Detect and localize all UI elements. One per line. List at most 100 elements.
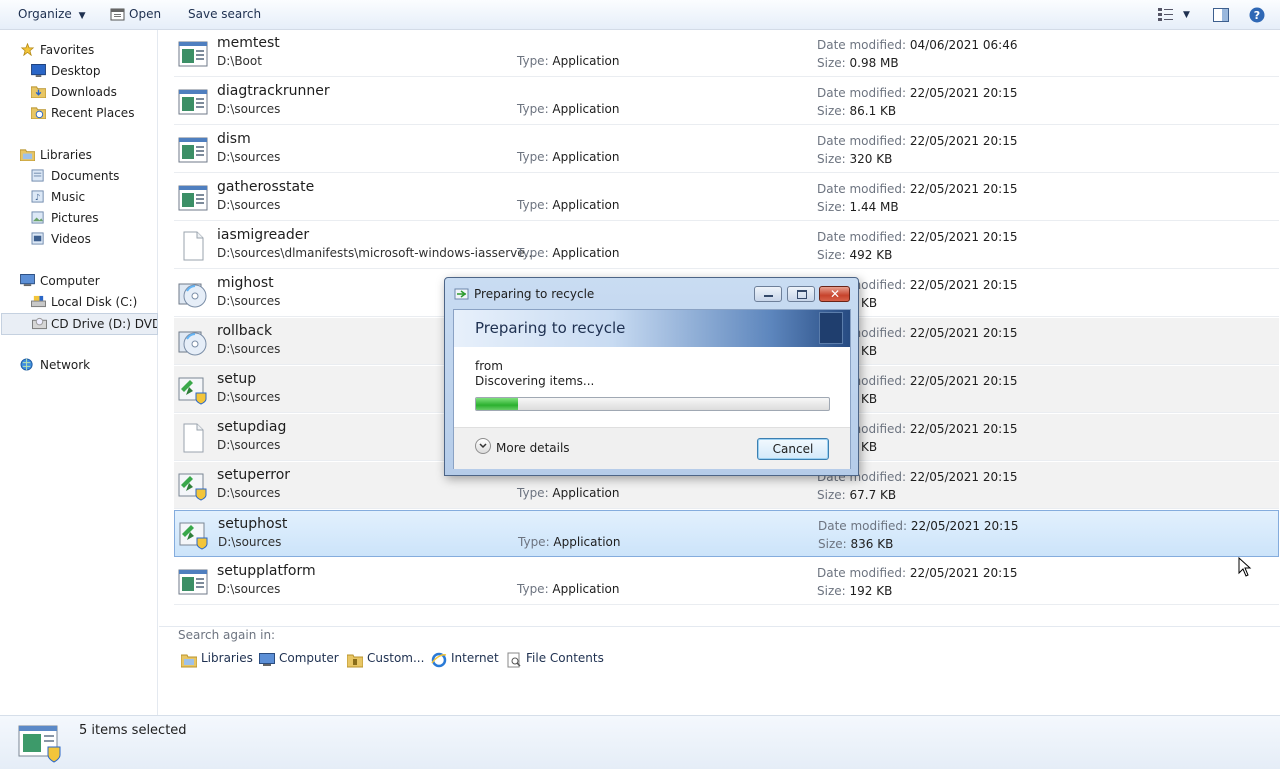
progress-bar xyxy=(475,397,830,411)
file-row[interactable]: iasmigreader D:\sources\dlmanifests\micro… xyxy=(174,222,1279,269)
file-path: D:\sources xyxy=(217,294,281,308)
file-path: D:\sources xyxy=(217,582,281,596)
mouse-cursor-icon xyxy=(1238,557,1252,577)
type-key: Type: xyxy=(517,582,553,596)
app-window-icon xyxy=(178,185,208,211)
type-value: Application xyxy=(553,535,621,549)
nav-videos[interactable]: Videos xyxy=(31,229,151,249)
file-name: rollback xyxy=(217,323,273,339)
search-again-libraries-label: Libraries xyxy=(201,651,253,665)
file-path: D:\sources\dlmanifests\microsoft-windows… xyxy=(217,246,537,260)
size-value: 0.98 MB xyxy=(849,56,899,70)
search-again-internet-label: Internet xyxy=(451,651,499,665)
nav-documents-label: Documents xyxy=(51,169,120,183)
size-key: Size: xyxy=(817,248,850,262)
app-window-icon xyxy=(178,137,208,163)
type-key: Type: xyxy=(518,535,554,549)
hard-drive-icon xyxy=(31,295,46,308)
star-icon xyxy=(20,43,35,56)
nav-downloads[interactable]: Downloads xyxy=(31,82,151,102)
view-dropdown-chevron-icon[interactable]: ▼ xyxy=(1183,10,1190,20)
nav-documents[interactable]: Documents xyxy=(31,166,151,186)
file-row[interactable]: memtest D:\Boot Type: Application Date modi… xyxy=(174,30,1279,77)
file-row[interactable]: dism D:\sources Type: Application Date modi… xyxy=(174,126,1279,173)
file-row[interactable]: diagtrackrunner D:\sources Type: Applicati… xyxy=(174,78,1279,125)
documents-icon xyxy=(31,169,44,182)
type-key: Type: xyxy=(517,486,553,500)
close-button[interactable]: ✕ xyxy=(819,286,850,302)
file-date: Date modified: 22/05/2021 20:15 xyxy=(817,230,1017,244)
file-name: setuperror xyxy=(217,467,291,483)
app-window-icon xyxy=(178,89,208,115)
progress-bar-fill xyxy=(476,398,518,410)
minimize-icon xyxy=(764,295,773,297)
search-again-computer-label: Computer xyxy=(279,651,339,665)
date-value: 22/05/2021 20:15 xyxy=(909,134,1018,148)
dialog-header-banner: Preparing to recycle xyxy=(454,310,850,347)
file-row[interactable]: setupplatform D:\sources Type: Application… xyxy=(174,558,1279,605)
date-key: Date modified: xyxy=(817,38,910,52)
date-value: 22/05/2021 20:15 xyxy=(910,519,1019,533)
banner-graphic xyxy=(819,312,843,344)
type-key: Type: xyxy=(517,102,553,116)
nav-music[interactable]: ♪ Music xyxy=(31,187,151,207)
cancel-button[interactable]: Cancel xyxy=(757,438,829,460)
custom-folder-icon xyxy=(347,654,363,668)
search-again-title: Search again in: xyxy=(178,628,276,642)
file-type: Type: Application xyxy=(517,54,619,68)
preview-pane-icon[interactable] xyxy=(1213,7,1229,26)
nav-libraries[interactable]: Libraries xyxy=(20,145,150,165)
cd-drive-icon xyxy=(32,317,47,330)
nav-cd-drive[interactable]: CD Drive (D:) DVD_ROM xyxy=(1,313,158,335)
file-name: setup xyxy=(217,371,257,387)
nav-computer[interactable]: Computer xyxy=(20,271,150,291)
nav-videos-label: Videos xyxy=(51,232,91,246)
file-size: Size: 492 KB xyxy=(817,248,892,262)
file-path: D:\sources xyxy=(217,390,281,404)
dialog-heading: Preparing to recycle xyxy=(475,319,626,337)
nav-network[interactable]: Network xyxy=(20,355,150,375)
file-row[interactable]: setuphost D:\sources Type: Application Date… xyxy=(174,510,1279,557)
desktop-icon xyxy=(31,64,46,77)
file-row[interactable]: gatherosstate D:\sources Type: Application… xyxy=(174,174,1279,221)
dialog-window-title: Preparing to recycle xyxy=(474,287,595,301)
view-options-icon[interactable] xyxy=(1158,7,1174,26)
open-button[interactable]: Open xyxy=(129,7,161,21)
help-icon[interactable]: ? xyxy=(1249,7,1265,26)
nav-local-disk[interactable]: Local Disk (C:) xyxy=(31,292,151,312)
expand-chevron-icon xyxy=(475,438,491,454)
date-key: Date modified: xyxy=(817,566,910,580)
size-value: 192 KB xyxy=(849,584,893,598)
size-key: Size: xyxy=(817,584,850,598)
file-name: setupdiag xyxy=(217,419,287,435)
videos-icon xyxy=(31,232,44,245)
libraries-icon xyxy=(20,149,35,161)
date-key: Date modified: xyxy=(817,182,910,196)
recycle-progress-dialog: Preparing to recycle ✕ Preparing to recy… xyxy=(444,277,859,476)
maximize-button[interactable] xyxy=(787,286,815,302)
type-value: Application xyxy=(552,582,620,596)
date-key: Date modified: xyxy=(817,134,910,148)
blank-file-icon xyxy=(183,231,204,261)
type-value: Application xyxy=(552,54,620,68)
save-search-button[interactable]: Save search xyxy=(188,7,261,21)
date-value: 22/05/2021 20:15 xyxy=(909,422,1018,436)
nav-desktop-label: Desktop xyxy=(51,64,101,78)
type-key: Type: xyxy=(517,150,553,164)
nav-pictures[interactable]: Pictures xyxy=(31,208,151,228)
svg-text:♪: ♪ xyxy=(35,192,40,202)
app-window-icon xyxy=(178,41,208,67)
music-icon: ♪ xyxy=(31,190,44,203)
date-value: 22/05/2021 20:15 xyxy=(909,278,1018,292)
svg-text:?: ? xyxy=(1254,9,1260,22)
size-value: 320 KB xyxy=(849,152,893,166)
size-value: 492 KB xyxy=(849,248,893,262)
setup-shield-icon xyxy=(179,522,208,550)
minimize-button[interactable] xyxy=(754,286,782,302)
type-value: Application xyxy=(552,102,620,116)
nav-favorites[interactable]: Favorites xyxy=(20,40,150,60)
organize-button[interactable]: Organize ▼ xyxy=(18,7,86,21)
nav-desktop[interactable]: Desktop xyxy=(31,61,151,81)
date-value: 22/05/2021 20:15 xyxy=(909,566,1018,580)
nav-recent-places[interactable]: Recent Places xyxy=(31,103,151,123)
